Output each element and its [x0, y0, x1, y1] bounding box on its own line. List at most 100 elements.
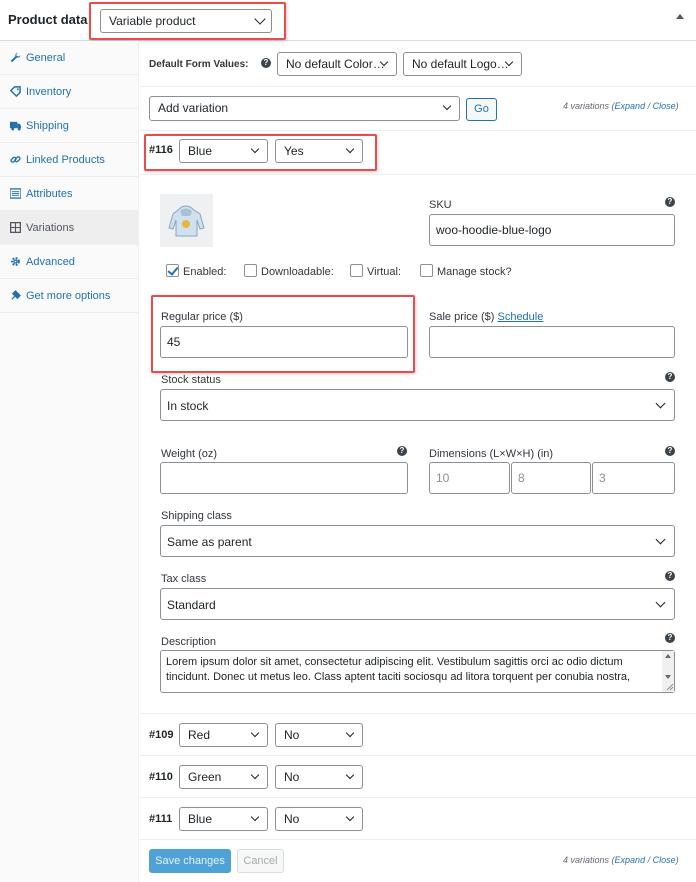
variation-color-value: Blue — [188, 144, 213, 158]
tab-general[interactable]: General — [0, 41, 139, 75]
weight-input[interactable] — [160, 462, 408, 494]
variation-logo-value: No — [284, 812, 300, 826]
variation-logo-value: Yes — [284, 144, 304, 158]
dimensions-label: Dimensions (L×W×H) (in) — [429, 448, 554, 460]
variations-count-note: 4 variations (Expand / Close) — [563, 855, 679, 865]
virtual-checkbox[interactable] — [350, 264, 363, 277]
hoodie-image — [168, 205, 205, 237]
chevron-down-icon — [250, 812, 260, 822]
add-variation-select[interactable]: Add variation — [149, 96, 460, 121]
grid-icon — [10, 222, 21, 233]
plugin-icon — [11, 290, 21, 300]
variation-logo-select[interactable]: No — [275, 765, 363, 789]
schedule-link[interactable]: Schedule — [497, 311, 543, 323]
expand-link[interactable]: Expand — [615, 855, 646, 865]
wrench-icon — [10, 52, 21, 63]
chevron-down-icon — [345, 770, 355, 780]
expand-link[interactable]: Expand — [615, 101, 646, 111]
sku-input[interactable]: woo-hoodie-blue-logo — [429, 214, 675, 246]
chevron-down-icon — [345, 728, 355, 738]
shipping-class-select[interactable]: Same as parent — [160, 525, 675, 557]
close-link[interactable]: Close — [653, 101, 676, 111]
tab-label: Linked Products — [26, 154, 105, 166]
help-icon: ? — [665, 633, 675, 643]
description-label: Description — [161, 636, 217, 648]
tab-advanced[interactable]: Advanced — [0, 245, 139, 279]
stock-status-select[interactable]: In stock — [160, 389, 675, 421]
variation-color-select[interactable]: Red — [179, 723, 268, 747]
divider — [140, 797, 696, 798]
downloadable-label: Downloadable: — [261, 266, 334, 278]
cancel-button[interactable]: Cancel — [237, 849, 284, 873]
close-link[interactable]: Close — [653, 855, 676, 865]
tag-icon — [10, 86, 21, 97]
divider — [140, 755, 696, 756]
tab-label: Inventory — [26, 86, 72, 98]
description-scrollbar[interactable] — [662, 651, 674, 692]
variations-count-note: 4 variations (Expand / Close) — [563, 101, 679, 111]
tab-linked-products[interactable]: Linked Products — [0, 143, 139, 177]
variation-color-select[interactable]: Blue — [179, 139, 268, 163]
chevron-down-icon — [345, 812, 355, 822]
chevron-down-icon — [442, 101, 452, 111]
variation-color-select[interactable]: Blue — [179, 807, 268, 831]
product-type-value: Variable product — [109, 14, 196, 28]
tab-label: General — [26, 52, 66, 64]
regular-price-input[interactable]: 45 — [160, 326, 408, 358]
default-logo-select[interactable]: No default Logo… — [403, 52, 522, 76]
downloadable-checkbox[interactable] — [244, 264, 257, 277]
panel-title: Product data — [8, 12, 88, 27]
tax-class-value: Standard — [167, 598, 216, 612]
go-button[interactable]: Go — [466, 98, 497, 121]
help-icon: ? — [665, 372, 675, 382]
variation-color-value: Green — [188, 770, 222, 784]
tab-attributes[interactable]: Attributes — [0, 177, 139, 211]
truck-icon — [10, 121, 21, 131]
chevron-down-icon — [345, 144, 355, 154]
enabled-checkbox[interactable] — [166, 264, 179, 277]
tab-inventory[interactable]: Inventory — [0, 75, 139, 109]
tab-label: Get more options — [26, 290, 111, 302]
variation-logo-select[interactable]: Yes — [275, 139, 363, 163]
sale-price-text: Sale price ($) — [429, 311, 495, 323]
tab-variations[interactable]: Variations — [0, 211, 139, 245]
variation-image[interactable] — [160, 194, 213, 247]
variation-number: #116 — [149, 144, 173, 156]
help-icon: ? — [665, 571, 675, 581]
help-icon: ? — [665, 197, 675, 207]
variation-logo-value: No — [284, 728, 300, 742]
description-textarea[interactable]: Lorem ipsum dolor sit amet, consectetur … — [160, 650, 675, 693]
chevron-down-icon — [655, 398, 666, 409]
divider — [140, 713, 696, 714]
length-input[interactable]: 10 — [429, 462, 510, 494]
variation-number: #109 — [149, 729, 174, 741]
paren-close: ) — [675, 101, 679, 111]
variations-count: 4 variations — [563, 101, 610, 111]
shipping-class-label: Shipping class — [161, 510, 232, 522]
variation-color-select[interactable]: Green — [179, 765, 268, 789]
product-data-header: Product data Variable product — [0, 0, 696, 41]
tab-shipping[interactable]: Shipping — [0, 109, 139, 143]
variation-logo-select[interactable]: No — [275, 807, 363, 831]
variation-logo-select[interactable]: No — [275, 723, 363, 747]
divider — [140, 130, 696, 131]
variation-logo-value: No — [284, 770, 300, 784]
collapse-arrow-icon[interactable] — [676, 14, 684, 19]
height-input[interactable]: 3 — [592, 462, 675, 494]
enabled-label: Enabled: — [183, 266, 227, 278]
product-type-select[interactable]: Variable product — [100, 9, 272, 33]
default-color-value: No default Color… — [286, 57, 385, 71]
link-icon — [10, 156, 21, 163]
chevron-down-icon — [250, 770, 260, 780]
save-changes-button[interactable]: Save changes — [149, 849, 231, 873]
default-color-select[interactable]: No default Color… — [277, 52, 397, 76]
manage-stock-label: Manage stock? — [437, 266, 512, 278]
tab-label: Advanced — [26, 256, 75, 268]
chevron-down-icon — [655, 597, 666, 608]
width-input[interactable]: 8 — [511, 462, 591, 494]
sale-price-input[interactable] — [429, 326, 675, 358]
sku-label: SKU — [429, 199, 452, 211]
tab-get-more-options[interactable]: Get more options — [0, 279, 139, 313]
manage-stock-checkbox[interactable] — [420, 264, 433, 277]
tax-class-select[interactable]: Standard — [160, 588, 675, 620]
